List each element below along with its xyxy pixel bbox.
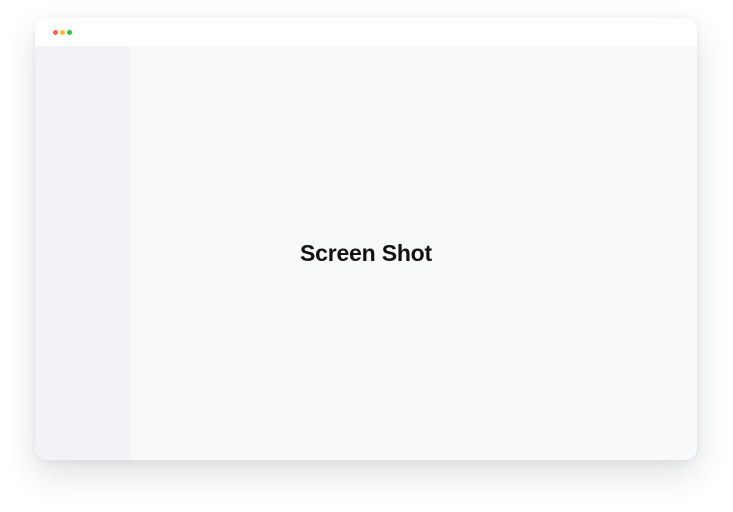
window-titlebar: [35, 18, 697, 46]
close-window-button[interactable]: [53, 30, 58, 35]
minimize-window-button[interactable]: [60, 30, 65, 35]
maximize-window-button[interactable]: [67, 30, 72, 35]
screenshot-placeholder-text: Screen Shot: [299, 239, 432, 266]
main-content-area: Screen Shot: [130, 46, 697, 460]
app-window: Screen Shot: [35, 18, 697, 460]
